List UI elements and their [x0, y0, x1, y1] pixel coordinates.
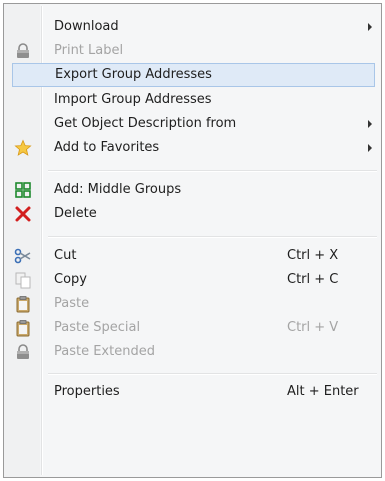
menu-item-download[interactable]: Download [7, 15, 378, 39]
menu-item-import-group-addresses[interactable]: Import Group Addresses [7, 88, 378, 112]
menu-item-cut[interactable]: Cut Ctrl + X [7, 244, 378, 268]
menu-item-label: Paste Extended [54, 344, 155, 359]
menu-item-label: Export Group Addresses [55, 67, 212, 82]
menu-item-label: Download [54, 19, 119, 34]
copy-icon [15, 272, 31, 289]
menu-separator [48, 170, 377, 172]
lock-icon [17, 344, 29, 359]
menu-item-export-group-addresses[interactable]: Export Group Addresses [12, 63, 375, 87]
menu-separator [48, 236, 377, 238]
menu-item-add-middle-groups[interactable]: Add: Middle Groups [7, 178, 378, 202]
shortcut-text: Alt + Enter [287, 384, 359, 399]
submenu-arrow-icon [368, 144, 372, 152]
menu-item-paste[interactable]: Paste [7, 292, 378, 316]
submenu-arrow-icon [368, 23, 372, 31]
menu-item-delete[interactable]: Delete [7, 202, 378, 226]
scissors-icon [14, 248, 31, 264]
menu-item-properties[interactable]: Properties Alt + Enter [7, 380, 378, 404]
menu-item-get-object-description[interactable]: Get Object Description from [7, 112, 378, 136]
lock-icon [17, 43, 29, 58]
submenu-arrow-icon [368, 120, 372, 128]
menu-item-label: Print Label [54, 43, 124, 58]
menu-item-label: Properties [54, 384, 120, 399]
shortcut-text: Ctrl + C [287, 272, 339, 287]
menu-item-label: Add: Middle Groups [54, 182, 182, 197]
menu-item-paste-special[interactable]: Paste Special Ctrl + V [7, 316, 378, 340]
menu-item-print-label[interactable]: Print Label [7, 39, 378, 63]
menu-item-label: Copy [54, 272, 87, 287]
menu-item-label: Paste [54, 296, 90, 311]
shortcut-text: Ctrl + V [287, 320, 339, 335]
delete-icon [15, 206, 31, 222]
context-menu: Download Print Label Export Group Addres… [3, 3, 382, 478]
clipboard-icon [16, 296, 30, 313]
menu-item-label: Import Group Addresses [54, 92, 212, 107]
shortcut-text: Ctrl + X [287, 248, 339, 263]
menu-item-paste-extended[interactable]: Paste Extended [7, 340, 378, 364]
menu-item-copy[interactable]: Copy Ctrl + C [7, 268, 378, 292]
menu-item-label: Cut [54, 248, 77, 263]
star-icon [14, 139, 32, 156]
clipboard-icon [16, 320, 30, 337]
menu-item-add-to-favorites[interactable]: Add to Favorites [7, 136, 378, 160]
menu-item-label: Add to Favorites [54, 140, 160, 155]
grid-icon [15, 182, 31, 198]
menu-item-label: Get Object Description from [54, 116, 237, 131]
menu-item-label: Delete [54, 206, 97, 221]
menu-separator [48, 373, 377, 375]
menu-item-label: Paste Special [54, 320, 141, 335]
